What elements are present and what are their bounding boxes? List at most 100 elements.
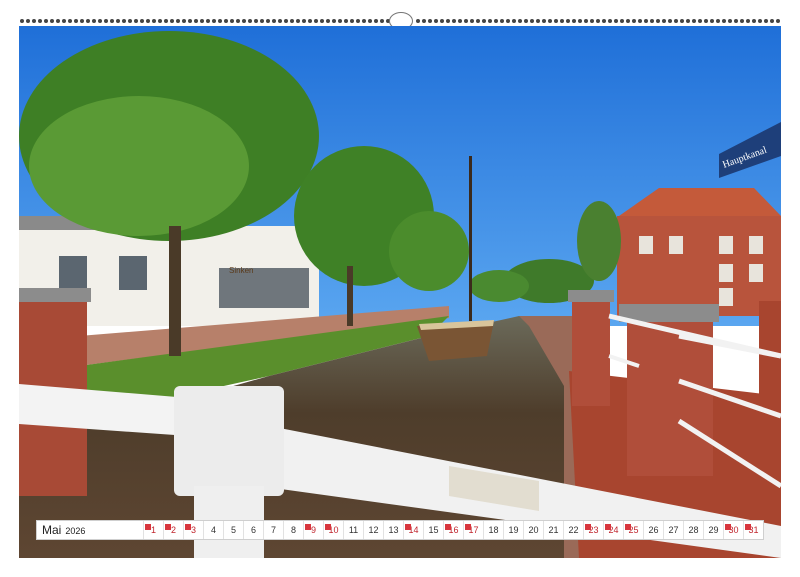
binding-hole <box>128 19 132 23</box>
binding-hole <box>548 19 552 23</box>
binding-hole <box>758 19 762 23</box>
day-cell: 23 <box>583 521 603 539</box>
binding-hole <box>698 19 702 23</box>
binding-hole <box>458 19 462 23</box>
binding-hole <box>674 19 678 23</box>
binding-hole <box>68 19 72 23</box>
binding-hole <box>290 19 294 23</box>
day-cell: 12 <box>363 521 383 539</box>
binding-hole <box>314 19 318 23</box>
binding-hole <box>440 19 444 23</box>
binding-hole <box>524 19 528 23</box>
binding-hole <box>614 19 618 23</box>
binding-hole <box>236 19 240 23</box>
binding-hole <box>572 19 576 23</box>
binding-hole <box>296 19 300 23</box>
day-cell: 10 <box>323 521 343 539</box>
day-cell: 17 <box>463 521 483 539</box>
binding-hole <box>110 19 114 23</box>
day-cell: 31 <box>743 521 763 539</box>
binding-hole <box>596 19 600 23</box>
day-cell: 24 <box>603 521 623 539</box>
binding-hole <box>38 19 42 23</box>
binding-hole <box>218 19 222 23</box>
binding-hole <box>752 19 756 23</box>
binding-hole <box>740 19 744 23</box>
binding-hole <box>686 19 690 23</box>
day-cell: 25 <box>623 521 643 539</box>
binding-hole <box>704 19 708 23</box>
binding-hole <box>620 19 624 23</box>
binding-hole <box>362 19 366 23</box>
binding-hole <box>416 19 420 23</box>
binding-hole <box>332 19 336 23</box>
binding-hole <box>254 19 258 23</box>
binding-hole <box>380 19 384 23</box>
binding-hole <box>512 19 516 23</box>
binding-hole <box>116 19 120 23</box>
binding-hole <box>326 19 330 23</box>
binding-hole <box>212 19 216 23</box>
binding-hole <box>356 19 360 23</box>
binding-hole <box>452 19 456 23</box>
day-cell: 6 <box>243 521 263 539</box>
day-cell: 8 <box>283 521 303 539</box>
binding-hole <box>650 19 654 23</box>
binding-hole <box>170 19 174 23</box>
binding-hole <box>632 19 636 23</box>
day-cell: 16 <box>443 521 463 539</box>
binding-hole <box>368 19 372 23</box>
binding-hole <box>266 19 270 23</box>
binding-hole <box>92 19 96 23</box>
binding-hole <box>734 19 738 23</box>
binding-hole <box>764 19 768 23</box>
binding-hole <box>482 19 486 23</box>
binding-hole <box>62 19 66 23</box>
binding-hole <box>98 19 102 23</box>
binding-hole <box>536 19 540 23</box>
binding-hole <box>122 19 126 23</box>
binding-hole <box>560 19 564 23</box>
binding-hole <box>86 19 90 23</box>
binding-hole <box>206 19 210 23</box>
binding-hole <box>728 19 732 23</box>
binding-hole <box>578 19 582 23</box>
binding-hole <box>710 19 714 23</box>
binding-hole <box>44 19 48 23</box>
binding-hole <box>716 19 720 23</box>
day-cell: 7 <box>263 521 283 539</box>
binding-hole <box>158 19 162 23</box>
day-cell: 2 <box>163 521 183 539</box>
binding-hole <box>182 19 186 23</box>
binding-hole <box>680 19 684 23</box>
day-cell: 22 <box>563 521 583 539</box>
binding-hole <box>284 19 288 23</box>
day-cell: 18 <box>483 521 503 539</box>
binding-hole <box>248 19 252 23</box>
day-cell: 20 <box>523 521 543 539</box>
binding-hole <box>428 19 432 23</box>
binding-hole <box>374 19 378 23</box>
binding-hole <box>338 19 342 23</box>
month-name: Mai <box>42 523 62 537</box>
binding-hole <box>56 19 60 23</box>
day-cell: 19 <box>503 521 523 539</box>
month-label: Mai 2026 <box>37 523 143 537</box>
binding-hole <box>668 19 672 23</box>
binding-hole <box>590 19 594 23</box>
binding-hole <box>488 19 492 23</box>
binding-hole <box>644 19 648 23</box>
binding-hole <box>608 19 612 23</box>
day-cell: 11 <box>343 521 363 539</box>
binding-hole <box>554 19 558 23</box>
binding-hole <box>188 19 192 23</box>
binding-hole <box>464 19 468 23</box>
binding-hole <box>470 19 474 23</box>
day-cell: 14 <box>403 521 423 539</box>
binding-hole <box>50 19 54 23</box>
binding-hole <box>194 19 198 23</box>
binding-hole <box>506 19 510 23</box>
day-cell: 15 <box>423 521 443 539</box>
day-cell: 3 <box>183 521 203 539</box>
day-cell: 29 <box>703 521 723 539</box>
